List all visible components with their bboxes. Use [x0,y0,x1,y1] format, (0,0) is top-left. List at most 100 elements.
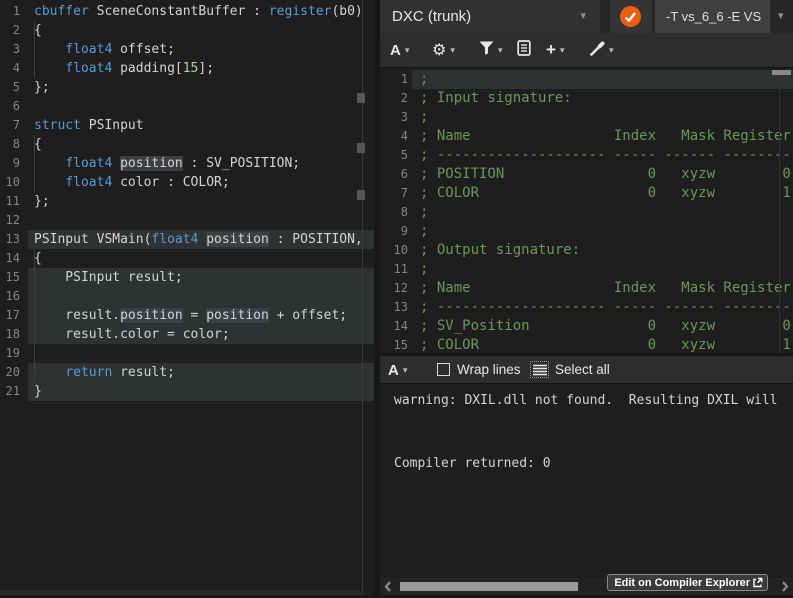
output-line [380,411,793,432]
libraries-button[interactable] [517,33,531,67]
line-number: 7 [0,116,20,135]
code-line: 11}; [0,192,374,211]
asm-line: 9; [380,222,793,241]
line-number: 9 [382,222,408,241]
scrollbar-thumb[interactable] [400,582,578,591]
asm-scrollbar-thumb[interactable] [772,70,791,75]
chevron-down-icon: ▾ [405,45,410,56]
status-check-icon [620,6,641,27]
scroll-left-arrow[interactable] [382,580,394,593]
chevron-down-icon: ▾ [498,45,503,56]
line-number: 8 [382,203,408,222]
code-line: 8{ [0,135,374,154]
line-number: 17 [0,306,20,325]
source-code-lines: 1cbuffer SceneConstantBuffer : register(… [0,2,374,401]
line-number: 4 [382,127,408,146]
font-size-button[interactable]: A ▾ [390,33,409,67]
screwdriver-icon [589,40,605,61]
line-number: 9 [0,154,20,173]
compiler-output[interactable]: warning: DXIL.dll not found. Resulting D… [380,384,793,578]
line-number: 3 [382,108,408,127]
asm-line: 11; [380,260,793,279]
line-number: 19 [0,344,20,363]
line-number: 20 [0,363,20,382]
filters-button[interactable]: ▾ [479,33,503,67]
line-number: 7 [382,184,408,203]
code-line: 16 [0,287,374,306]
compiler-select[interactable]: DXC (trunk) ▾ [380,0,600,33]
asm-line: 12; Name Index Mask Register [380,279,793,298]
overview-ruler-mark [357,190,365,200]
plus-icon: + [546,40,556,60]
asm-overview-ruler [779,74,780,353]
line-number: 14 [382,317,408,336]
compiler-row: DXC (trunk) ▾ ▾ [380,0,793,33]
overview-ruler [362,0,363,595]
asm-line: 3; [380,108,793,127]
output-toolbar: A ▾ Wrap lines Select all [380,356,793,384]
line-number: 1 [382,70,408,89]
indent-guide [34,21,35,78]
code-line: 6 [0,97,374,116]
compiler-name: DXC (trunk) [392,0,471,33]
line-number: 12 [0,211,20,230]
code-line: 21} [0,382,374,401]
code-line: 2{ [0,21,374,40]
output-line: Compiler returned: 0 [380,453,793,474]
edit-on-compiler-explorer-button[interactable]: Edit on Compiler Explorer [607,574,768,591]
asm-lines: 1;2; Input signature:3;4; Name Index Mas… [380,70,793,353]
compiler-pane: DXC (trunk) ▾ ▾ A ▾ ⚙ ▾ [380,0,793,595]
code-line: 3 float4 offset; [0,40,374,59]
asm-line: 4; Name Index Mask Register [380,127,793,146]
line-number: 1 [0,2,20,21]
code-line: 1cbuffer SceneConstantBuffer : register(… [0,2,374,21]
asm-line: 2; Input signature: [380,89,793,108]
add-tool-button[interactable]: ▾ [589,33,614,67]
line-number: 2 [382,89,408,108]
line-number: 6 [0,97,20,116]
select-all-button[interactable]: Select all [555,356,610,384]
code-line: 15 PSInput result; [0,268,374,287]
source-editor[interactable]: 1cbuffer SceneConstantBuffer : register(… [0,0,374,595]
asm-output-editor[interactable]: 1;2; Input signature:3;4; Name Index Mas… [380,68,793,353]
code-line: 14{ [0,249,374,268]
select-all-icon[interactable] [530,361,549,378]
line-number: 16 [0,287,20,306]
code-line: 7struct PSInput [0,116,374,135]
code-line: 12 [0,211,374,230]
source-horizontal-scrollbar[interactable] [0,590,364,595]
scroll-right-arrow[interactable] [779,580,791,593]
code-line: 5}; [0,78,374,97]
line-number: 10 [0,173,20,192]
indent-guide [34,249,35,382]
asm-line: 8; [380,203,793,222]
line-number: 18 [0,325,20,344]
line-number: 11 [382,260,408,279]
chevron-down-icon: ▾ [580,0,586,33]
line-number: 5 [0,78,20,97]
line-number: 12 [382,279,408,298]
overview-ruler-mark [357,93,365,103]
output-line [380,432,793,453]
add-pane-button[interactable]: + ▾ [546,33,564,67]
compiler-options-input[interactable] [655,0,770,33]
code-line: 18 result.color = color; [0,325,374,344]
line-number: 15 [382,336,408,353]
code-line: 17 result.position = position + offset; [0,306,374,325]
compiler-settings-button[interactable]: ⚙ ▾ [432,33,455,67]
asm-line: 6; POSITION 0 xyzw 0 [380,165,793,184]
line-number: 11 [0,192,20,211]
code-line: 9 float4 position : SV_POSITION; [0,154,374,173]
compile-status[interactable] [610,0,652,33]
line-number: 3 [0,40,20,59]
chevron-down-icon: ▾ [778,0,784,33]
asm-line: 10; Output signature: [380,241,793,260]
line-number: 4 [0,59,20,78]
overview-ruler-mark [357,143,365,153]
gear-icon: ⚙ [432,40,446,60]
chevron-down-icon: ▾ [450,45,455,56]
output-font-size-button[interactable]: A ▾ [388,356,407,384]
chevron-down-icon: ▾ [609,45,614,56]
output-line: warning: DXIL.dll not found. Resulting D… [380,390,793,411]
wrap-lines-checkbox[interactable] [437,363,450,376]
